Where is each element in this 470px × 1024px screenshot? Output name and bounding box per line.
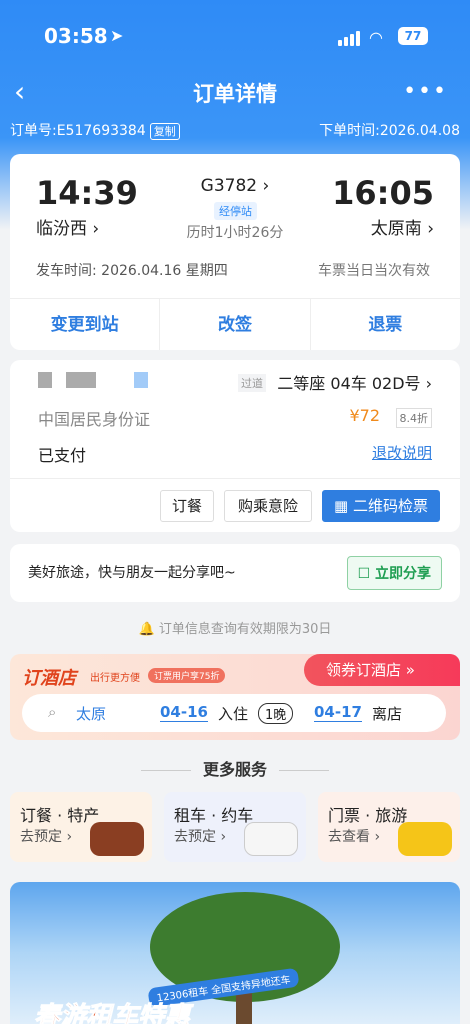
copy-button[interactable]: 复制 <box>149 123 180 140</box>
departure-date: 发车时间: 2026.04.16 星期四 <box>36 263 228 279</box>
refund-rules-link[interactable]: 退改说明 <box>372 442 432 463</box>
hotel-search-bar[interactable]: ⌕ 太原 04-16 入住 1晚 04-17 离店 <box>22 694 446 732</box>
trip-card: 14:39 临汾西 › G3782 › 经停站 历时1小时26分 16:05 太… <box>10 154 460 350</box>
seat-info[interactable]: 二等座 04车 02D号 › <box>277 370 432 394</box>
order-info: 订单号:E517693384 复制 下单时间:2026.04.08 <box>10 120 460 142</box>
banner-title: 春游租车特惠 <box>33 1002 191 1024</box>
hotel-logo: 订酒店 <box>22 668 76 689</box>
ticket-validity: 车票当日当次有效 <box>318 263 430 279</box>
hotel-coupon-button[interactable]: 领券订酒店 » <box>304 654 460 686</box>
more-services-title: 更多服务 <box>0 756 470 780</box>
refund-button[interactable]: 退票 <box>311 299 460 350</box>
checkin-date[interactable]: 04-16 <box>160 703 208 722</box>
service-name: 租车 · 约车 <box>174 806 254 825</box>
location-icon: ➤ <box>110 26 124 45</box>
service-tickets[interactable]: 门票 · 旅游 去查看 › <box>318 792 460 862</box>
qr-checkin-button[interactable]: ▦ 二维码检票 <box>322 490 440 522</box>
nights-count: 1晚 <box>258 703 294 724</box>
trip-actions: 变更到站 改签 退票 <box>10 298 460 350</box>
seat-tag: 过道 <box>238 374 266 392</box>
validity-notice: 🔔 订单信息查询有效期限为30日 <box>138 622 332 637</box>
more-icon[interactable]: ••• <box>403 74 448 110</box>
order-number: 订单号:E517693384 <box>10 123 146 139</box>
share-text: 美好旅途，快与朋友一起分享吧~ <box>28 565 236 581</box>
hotel-card: 订酒店 出行更方便 订票用户享75折 领券订酒店 » ⌕ 太原 04-16 入住… <box>10 654 460 740</box>
service-name: 订餐 · 特产 <box>20 806 100 825</box>
share-button[interactable]: ☐ 立即分享 <box>346 556 442 590</box>
divider <box>10 478 460 479</box>
promo-banner[interactable]: 12306租车 全国支持异地还车 春游租车特惠 <box>10 882 460 1024</box>
service-food[interactable]: 订餐 · 特产 去预定 › <box>10 792 152 862</box>
ticket-price: ¥72 <box>349 406 380 425</box>
hotel-city[interactable]: 太原 <box>76 703 106 724</box>
service-action: 去预定 › <box>20 829 73 845</box>
page-title: 订单详情 <box>193 82 277 106</box>
insurance-button[interactable]: 购乘意险 <box>224 490 312 522</box>
hotel-subtitle: 出行更方便 <box>90 673 140 684</box>
reschedule-button[interactable]: 改签 <box>160 299 311 350</box>
blurred-name <box>38 372 52 388</box>
id-type: 中国居民身份证 <box>38 410 151 429</box>
checkout-label: 离店 <box>372 705 403 723</box>
food-image <box>90 822 144 856</box>
signal-icon <box>338 30 360 46</box>
blurred-name <box>134 372 148 388</box>
checkout-date[interactable]: 04-17 <box>314 703 362 722</box>
status-bar: 03:58 ➤ ◠ 77 <box>0 24 470 54</box>
order-time: 下单时间:2026.04.08 <box>319 123 460 139</box>
car-image <box>244 822 298 856</box>
change-station-button[interactable]: 变更到站 <box>10 299 161 350</box>
payment-status: 已支付 <box>38 446 87 465</box>
wifi-icon: ◠ <box>369 28 383 47</box>
search-icon: ⌕ <box>48 703 57 721</box>
battery-icon: 77 <box>398 27 428 45</box>
passenger-card: 过道 二等座 04车 02D号 › 中国居民身份证 ¥72 8.4折 已支付 退… <box>10 360 460 532</box>
stop-stations-tag[interactable]: 经停站 <box>214 202 257 220</box>
checkin-label: 入住 <box>218 705 249 723</box>
share-card: 美好旅途，快与朋友一起分享吧~ ☐ 立即分享 <box>10 544 460 602</box>
service-action: 去查看 › <box>328 829 381 845</box>
discount-badge: 8.4折 <box>395 408 432 428</box>
tour-car-image <box>398 822 452 856</box>
arrival-station[interactable]: 太原南 › <box>371 214 434 239</box>
hotel-discount-pill: 订票用户享75折 <box>148 668 226 683</box>
status-time: 03:58 <box>44 24 108 48</box>
blurred-name <box>66 372 96 388</box>
service-action: 去预定 › <box>174 829 227 845</box>
order-meal-button[interactable]: 订餐 <box>160 490 214 522</box>
service-name: 门票 · 旅游 <box>328 806 408 825</box>
nav-bar: ‹ 订单详情 ••• <box>0 74 470 114</box>
arrival-time: 16:05 <box>332 174 434 212</box>
service-car[interactable]: 租车 · 约车 去预定 › <box>164 792 306 862</box>
